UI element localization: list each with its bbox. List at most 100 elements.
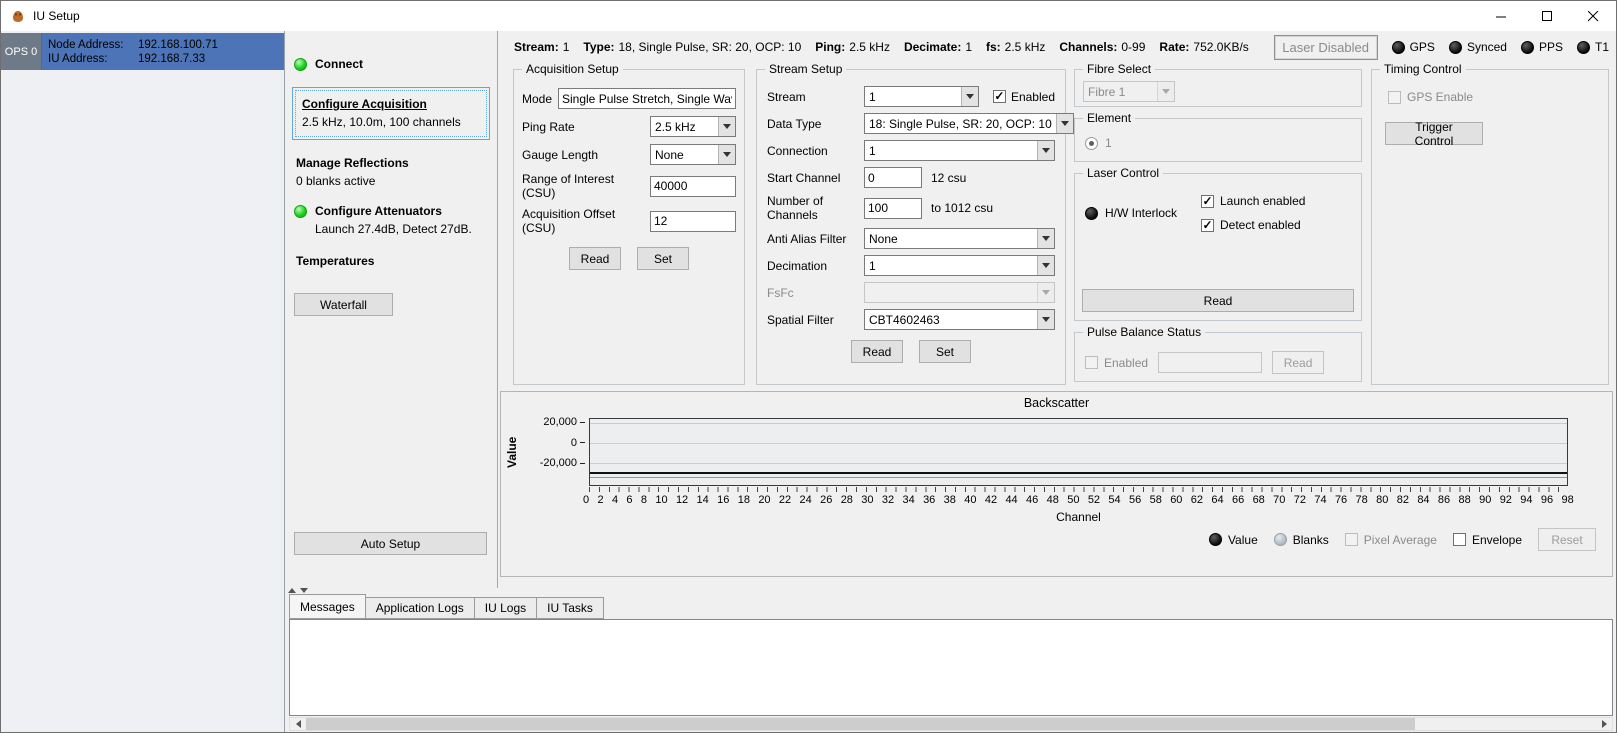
stream-select[interactable]: 1 xyxy=(864,86,979,107)
range-of-interest-label: Range of Interest (CSU) xyxy=(522,172,615,200)
mode-label: Mode xyxy=(522,91,553,106)
iu-address-value: 192.168.7.33 xyxy=(138,52,206,65)
mode-input[interactable] xyxy=(558,88,736,109)
x-axis: 0 2 4 6 8 10 12 14 16 18 20 22 24 26 28 30 32 34 36 38 40 42 4… xyxy=(583,494,1574,506)
launch-enabled-checkbox[interactable] xyxy=(1201,194,1214,208)
panel-splitter[interactable] xyxy=(288,588,308,593)
acquisition-offset-input[interactable] xyxy=(650,210,736,232)
scrollbar-thumb[interactable] xyxy=(306,718,1416,730)
envelope-option: Envelope xyxy=(1452,533,1522,547)
tab-messages[interactable]: Messages xyxy=(289,594,366,619)
t1-indicator: T1 xyxy=(1576,40,1609,54)
auto-setup-button[interactable]: Auto Setup xyxy=(294,532,487,555)
nav-item-configure-attenuators[interactable]: Configure Attenuators Launch 27.4dB, Det… xyxy=(294,204,472,236)
blanks-series-icon xyxy=(1273,533,1287,546)
stream-value: 1 xyxy=(869,89,876,104)
acquisition-set-button[interactable]: Set xyxy=(637,247,689,270)
gauge-length-select[interactable]: None xyxy=(650,144,736,165)
number-of-channels-input[interactable] xyxy=(864,197,922,219)
envelope-checkbox[interactable] xyxy=(1452,533,1466,546)
ping-rate-select[interactable]: 2.5 kHz xyxy=(650,116,736,137)
status-fs-value: 2.5 kHz xyxy=(1004,40,1046,54)
maximize-button[interactable] xyxy=(1524,1,1570,31)
chart-x-axis-label: Channel xyxy=(1056,510,1101,524)
range-of-interest-input[interactable] xyxy=(650,175,736,197)
element-title: Element xyxy=(1083,111,1136,125)
pulse-balance-status-title: Pulse Balance Status xyxy=(1083,325,1206,339)
status-ping-value: 2.5 kHz xyxy=(849,40,890,54)
chevron-down-icon[interactable] xyxy=(1055,114,1073,133)
pulse-balance-value-input xyxy=(1158,352,1263,373)
stream-enabled-checkbox[interactable] xyxy=(992,90,1006,103)
titlebar[interactable]: IU Setup xyxy=(1,1,1616,31)
nav-item-temperatures[interactable]: Temperatures xyxy=(296,254,374,268)
messages-output[interactable] xyxy=(289,619,1613,716)
status-type-label: Type: xyxy=(583,40,615,54)
reset-button: Reset xyxy=(1538,528,1596,551)
anti-alias-filter-select[interactable]: None xyxy=(864,228,1055,249)
decimation-select[interactable]: 1 xyxy=(864,255,1055,276)
app-icon xyxy=(13,11,23,22)
chevron-down-icon xyxy=(1037,283,1054,302)
connection-select[interactable]: 1 xyxy=(864,140,1055,161)
nav-item-manage-reflections[interactable]: Manage Reflections 0 blanks active xyxy=(296,156,409,188)
x-axis-ticks xyxy=(589,487,1568,492)
connection-label: Connection xyxy=(767,143,828,158)
decimation-label: Decimation xyxy=(767,258,828,273)
chevron-down-icon[interactable] xyxy=(1037,310,1054,329)
stream-set-button[interactable]: Set xyxy=(919,340,971,363)
manage-reflections-title: Manage Reflections xyxy=(296,156,409,170)
chevron-down-icon[interactable] xyxy=(718,117,735,136)
tab-iu-logs[interactable]: IU Logs xyxy=(473,597,538,619)
configure-attenuators-subtitle: Launch 27.4dB, Detect 27dB. xyxy=(315,222,472,236)
synced-indicator: Synced xyxy=(1448,40,1507,54)
ops-list-item[interactable]: OPS 0 Node Address: 192.168.100.71 IU Ad… xyxy=(1,33,284,70)
plot-area xyxy=(589,418,1568,486)
backscatter-chart: Backscatter Value 20,000 0 -20,000 0 2 4 6 8 10… xyxy=(500,391,1613,577)
status-channels-label: Channels: xyxy=(1059,40,1118,54)
acquisition-offset-label: Acquisition Offset (CSU) xyxy=(522,207,616,235)
gps-indicator-icon xyxy=(1391,40,1405,54)
chevron-down-icon[interactable] xyxy=(1037,229,1054,248)
trigger-control-button[interactable]: Trigger Control xyxy=(1385,120,1483,148)
synced-indicator-label: Synced xyxy=(1466,40,1507,54)
pulse-balance-read-button: Read xyxy=(1272,351,1325,374)
close-button[interactable] xyxy=(1570,1,1616,31)
acquisition-read-button[interactable]: Read xyxy=(569,247,621,270)
laser-disabled-button[interactable]: Laser Disabled xyxy=(1273,34,1378,60)
scroll-right-button[interactable] xyxy=(1596,718,1612,730)
status-decimate-value: 1 xyxy=(965,40,972,54)
launch-enabled-row: Launch enabled xyxy=(1201,194,1305,208)
ping-rate-value: 2.5 kHz xyxy=(655,119,696,134)
tab-application-logs[interactable]: Application Logs xyxy=(364,597,475,619)
synced-indicator-icon xyxy=(1448,40,1462,54)
pixel-average-option: Pixel Average xyxy=(1344,533,1437,547)
minimize-button[interactable] xyxy=(1478,1,1524,31)
tab-iu-tasks[interactable]: IU Tasks xyxy=(536,597,604,619)
detect-enabled-label: Detect enabled xyxy=(1220,218,1301,232)
timing-control-group: Timing Control GPS Enable Trigger Contro… xyxy=(1371,62,1609,385)
start-channel-input[interactable] xyxy=(864,167,922,188)
nav-item-connect[interactable]: Connect xyxy=(294,57,363,71)
scroll-left-button[interactable] xyxy=(290,718,306,730)
start-channel-label: Start Channel xyxy=(767,170,841,185)
t1-indicator-label: T1 xyxy=(1594,40,1609,54)
chevron-down-icon[interactable] xyxy=(1037,141,1054,160)
waterfall-button[interactable]: Waterfall xyxy=(294,293,393,316)
spatial-filter-label: Spatial Filter xyxy=(767,312,834,327)
data-type-value: 18: Single Pulse, SR: 20, OCP: 10 xyxy=(869,116,1052,131)
nav-item-configure-acquisition[interactable]: Configure Acquisition 2.5 kHz, 10.0m, 10… xyxy=(292,87,490,140)
configure-attenuators-title: Configure Attenuators xyxy=(315,204,442,218)
stream-read-button[interactable]: Read xyxy=(851,340,903,363)
chevron-down-icon[interactable] xyxy=(960,87,978,106)
pulse-balance-status-group: Pulse Balance Status Enabled Read xyxy=(1074,325,1362,382)
data-type-select[interactable]: 18: Single Pulse, SR: 20, OCP: 10 xyxy=(864,113,1074,134)
spatial-filter-select[interactable]: CBT4602463 xyxy=(864,309,1055,330)
chevron-down-icon xyxy=(1157,82,1174,101)
chevron-down-icon[interactable] xyxy=(718,145,735,164)
detect-enabled-checkbox[interactable] xyxy=(1201,218,1214,232)
laser-read-button[interactable]: Read xyxy=(1082,289,1354,312)
chevron-down-icon[interactable] xyxy=(1037,256,1054,275)
pps-indicator: PPS xyxy=(1520,40,1563,54)
fsfc-label: FsFc xyxy=(767,285,794,300)
